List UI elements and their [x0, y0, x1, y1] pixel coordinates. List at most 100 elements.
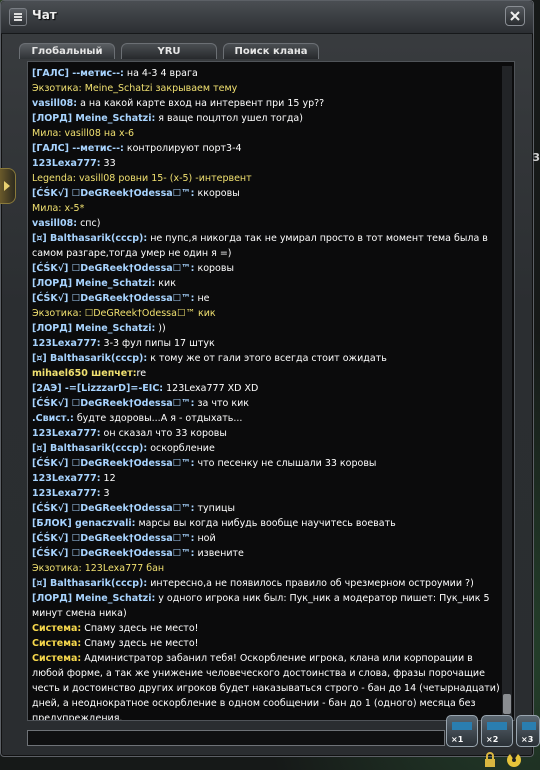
message-text: коровы — [194, 263, 234, 274]
message-author[interactable]: [ЛОРД] Meine_Schatzi: — [32, 278, 155, 289]
tab-clan-search[interactable]: Поиск клана — [223, 43, 319, 59]
tab-global[interactable]: Глобальный — [19, 43, 115, 59]
message-text: будте здоровы...А я - отдыхать... — [73, 413, 243, 424]
message-author[interactable]: Система: — [32, 638, 81, 649]
chat-message: [¤] Balthasarik(сccp): интересно,а не по… — [32, 576, 500, 591]
chat-input[interactable] — [27, 730, 445, 746]
hud-slot-2[interactable]: ×2 — [481, 715, 513, 747]
message-text: Спаму здесь не место! — [81, 638, 199, 649]
message-text: Экзотика: Meine_Schatzi закрываем тему — [32, 83, 238, 94]
message-author[interactable]: [ĆŚK√] ☐DeGReek†Odessa☐™: — [32, 503, 194, 514]
message-author[interactable]: vasill08: — [32, 98, 77, 109]
message-text: 33 — [100, 158, 116, 169]
message-author[interactable]: [ĆŚK√] ☐DeGReek†Odessa☐™: — [32, 263, 194, 274]
chat-tabs: Глобальный YRU Поиск клана — [19, 43, 519, 59]
message-author[interactable]: [ĆŚK√] ☐DeGReek†Odessa☐™: — [32, 458, 194, 469]
message-list: [ГАЛС] --метис--: на 4-3 4 врага Экзотика… — [32, 66, 500, 720]
message-text: контролируют порт3-4 — [123, 143, 242, 154]
chat-message: vasill08: спс) — [32, 216, 500, 231]
chat-message: Система: Спаму здесь не место! — [32, 621, 500, 636]
chat-message: Система: Администратор забанил тебя! Оск… — [32, 651, 500, 720]
message-author[interactable]: 123Lexa777: — [32, 428, 101, 439]
message-text: Экзотика: ☐DeGReek†Odessa☐™ кик — [32, 308, 216, 319]
message-author[interactable]: [¤] Balthasarik(сccp): — [32, 443, 147, 454]
message-text: ной — [194, 533, 216, 544]
message-author[interactable]: .Свист.: — [32, 413, 74, 424]
message-author[interactable]: [БЛОК] genaczvali: — [32, 518, 135, 529]
message-author[interactable]: [ĆŚK√] ☐DeGReek†Odessa☐™: — [32, 293, 194, 304]
chat-message: 123Lexa777: 3-3 фул пипы 17 штук — [32, 336, 500, 351]
hud-slot-label: ×3 — [521, 735, 534, 744]
message-text: )) — [155, 323, 166, 334]
message-author[interactable]: 123Lexa777: — [32, 488, 101, 499]
chat-message: Экзотика: ☐DeGReek†Odessa☐™ кик — [32, 306, 500, 321]
message-author[interactable]: [ĆŚK√] ☐DeGReek†Odessa☐™: — [32, 548, 194, 559]
chat-message: [ГАЛС] --метис--: контролируют порт3-4 — [32, 141, 500, 156]
chat-message: [ЛОРД] Meine_Schatzi: у одного игрока ни… — [32, 591, 500, 621]
arrow-right-icon — [4, 181, 10, 191]
message-author[interactable]: Система: — [32, 623, 81, 634]
message-author[interactable]: 123Lexa777: — [32, 473, 101, 484]
chat-icon — [9, 8, 27, 26]
message-text: марсы вы когда нибудь вообще научитесь в… — [135, 518, 396, 529]
message-author[interactable]: 123Lexa777: — [32, 338, 101, 349]
message-text: что песенку не слышали 33 коровы — [194, 458, 377, 469]
message-author[interactable]: [¤] Balthasarik(сccp): — [32, 353, 147, 364]
message-author[interactable]: [ĆŚK√] ☐DeGReek†Odessa☐™: — [32, 188, 194, 199]
scrollbar-thumb[interactable] — [503, 694, 511, 714]
side-label: 3 — [532, 151, 540, 164]
chat-message: Экзотика: Meine_Schatzi закрываем тему — [32, 81, 500, 96]
message-author[interactable]: [ГАЛС] --метис--: — [32, 68, 124, 79]
message-author[interactable]: [ГАЛС] --метис--: — [32, 143, 124, 154]
chat-message: Мила: х-5* — [32, 201, 500, 216]
message-author[interactable]: 123Lexa777: — [32, 158, 101, 169]
chat-message: 123Lexa777: 12 — [32, 471, 500, 486]
chat-message: [ĆŚK√] ☐DeGReek†Odessa☐™: ной — [32, 531, 500, 546]
message-text: тупицы — [194, 503, 235, 514]
message-text: не — [194, 293, 210, 304]
chat-log: [ГАЛС] --метис--: на 4-3 4 врага Экзотика… — [27, 61, 515, 721]
side-panel-toggle[interactable] — [0, 168, 16, 204]
battery-icon — [487, 722, 507, 730]
message-author[interactable]: [¤] Balthasarik(сccp): — [32, 233, 147, 244]
tab-yru[interactable]: YRU — [121, 43, 217, 59]
chat-window: Чат Глобальный YRU Поиск клана [ГАЛС] --… — [0, 0, 534, 757]
chat-message: [ГАЛС] --метис--: на 4-3 4 врага — [32, 66, 500, 81]
message-author[interactable]: [ЛОРД] Meine_Schatzi: — [32, 593, 155, 604]
message-text: к тому же от гали этого всегда стоит ожи… — [147, 353, 387, 364]
chat-message: Экзотика: 123Lexa777 бан — [32, 561, 500, 576]
message-author[interactable]: [ĆŚK√] ☐DeGReek†Odessa☐™: — [32, 398, 194, 409]
hud-slot-1[interactable]: ×1 — [446, 715, 478, 747]
chat-scrollbar[interactable] — [502, 66, 512, 716]
chat-message: [ĆŚK√] ☐DeGReek†Odessa☐™: коровы — [32, 261, 500, 276]
message-author[interactable]: [ĆŚK√] ☐DeGReek†Odessa☐™: — [32, 533, 194, 544]
message-author[interactable]: [¤] Balthasarik(сccp): — [32, 578, 147, 589]
title-bar[interactable]: Чат — [1, 1, 533, 34]
message-text: он сказал что 33 коровы — [100, 428, 227, 439]
chat-message: [ĆŚK√] ☐DeGReek†Odessa☐™: за что кик — [32, 396, 500, 411]
message-text: спс) — [77, 218, 101, 229]
chat-message: mihael650 шепчет:re — [32, 366, 500, 381]
hud-slot-3[interactable]: ×3 — [516, 715, 540, 747]
chat-message: [ЛОРД] Meine_Schatzi: я ваще поцлтол уше… — [32, 111, 500, 126]
message-text: я ваще поцлтол ушел тогда) — [155, 113, 303, 124]
message-text: 3 — [100, 488, 110, 499]
message-text: извените — [194, 548, 244, 559]
message-author[interactable]: mihael650 шепчет: — [32, 368, 137, 379]
message-author[interactable]: vasill08: — [32, 218, 77, 229]
chat-message: vasill08: а на какой карте вход на интер… — [32, 96, 500, 111]
chat-message: 123Lexa777: он сказал что 33 коровы — [32, 426, 500, 441]
message-author[interactable]: Система: — [32, 653, 81, 664]
message-text: Мила: vasill08 на х-6 — [32, 128, 135, 139]
message-text: оскорбление — [147, 443, 215, 454]
chat-message: .Свист.: будте здоровы...А я - отдыхать.… — [32, 411, 500, 426]
message-author[interactable]: [2АЭ] -=[LizzzarD]=-EIC: — [32, 383, 163, 394]
message-author[interactable]: [ЛОРД] Meine_Schatzi: — [32, 323, 155, 334]
chat-message: [¤] Balthasarik(сccp): к тому же от гали… — [32, 351, 500, 366]
chat-message: 123Lexa777: 33 — [32, 156, 500, 171]
close-button[interactable] — [505, 6, 525, 26]
chat-message: 123Lexa777: 3 — [32, 486, 500, 501]
battery-icon — [452, 722, 472, 730]
message-author[interactable]: [ЛОРД] Meine_Schatzi: — [32, 113, 155, 124]
message-text: кик — [155, 278, 176, 289]
